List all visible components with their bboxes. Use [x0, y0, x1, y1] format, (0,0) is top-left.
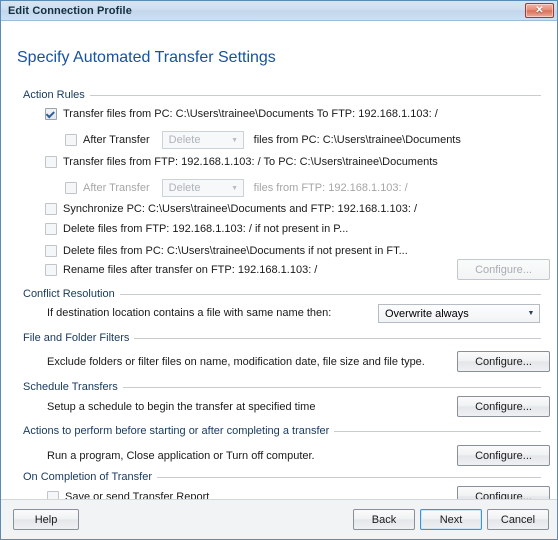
window-title: Edit Connection Profile — [8, 4, 132, 17]
group-divider — [89, 94, 541, 96]
group-label: File and Folder Filters — [23, 332, 130, 344]
configure-filters-button[interactable]: Configure... — [457, 351, 550, 372]
checkbox-transfer-ftp-to-pc[interactable] — [45, 156, 57, 168]
button-label: Configure... — [475, 355, 532, 368]
rule-label: Rename files after transfer on FTP: 192.… — [63, 264, 318, 276]
button-label: Cancel — [500, 513, 536, 526]
group-divider — [134, 337, 541, 339]
button-label: Configure... — [475, 400, 532, 413]
checkbox-synchronize[interactable] — [45, 203, 57, 215]
group-divider — [334, 430, 541, 432]
group-label: Conflict Resolution — [23, 288, 115, 300]
rule-rename-after-transfer[interactable]: Rename files after transfer on FTP: 192.… — [45, 264, 317, 276]
group-label: Schedule Transfers — [23, 381, 118, 393]
rule-label: Transfer files from PC: C:\Users\trainee… — [63, 108, 438, 120]
rule-label: Delete files from PC: C:\Users\trainee\D… — [63, 245, 408, 257]
group-header-on-completion: On Completion of Transfer — [23, 471, 541, 483]
button-label: Back — [371, 513, 397, 526]
actions-before-after-description: Run a program, Close application or Turn… — [47, 450, 315, 462]
select-value: Delete — [168, 182, 201, 194]
group-label: Actions to perform before starting or af… — [23, 425, 330, 437]
rule-delete-pc-not-in-ftp[interactable]: Delete files from PC: C:\Users\trainee\D… — [45, 245, 408, 257]
dialog-footer: Help Back Next Cancel — [1, 499, 557, 539]
rule-transfer-pc-to-ftp[interactable]: Transfer files from PC: C:\Users\trainee… — [45, 108, 438, 120]
group-header-action-rules: Action Rules — [23, 89, 541, 101]
select-value: Overwrite always — [385, 307, 469, 320]
group-divider — [157, 476, 541, 478]
rule-after-transfer-ftp[interactable]: After Transfer Delete ▼ files from FTP: … — [65, 179, 408, 197]
checkbox-rename-after-transfer[interactable] — [45, 264, 57, 276]
after-transfer-action-select-pc[interactable]: Delete ▼ — [161, 131, 244, 149]
save-transfer-report-row[interactable]: Save or send Transfer Report — [47, 491, 209, 499]
group-header-actions-before-after: Actions to perform before starting or af… — [23, 425, 541, 437]
group-header-file-folder-filters: File and Folder Filters — [23, 332, 541, 344]
button-label: Configure... — [475, 490, 532, 500]
page-title: Specify Automated Transfer Settings — [17, 49, 276, 66]
button-label: Help — [34, 513, 58, 526]
button-label: Configure... — [475, 449, 532, 462]
checkbox-transfer-pc-to-ftp[interactable] — [45, 108, 57, 120]
chevron-down-icon: ▼ — [527, 310, 535, 317]
configure-report-button[interactable]: Configure... — [457, 486, 550, 499]
checkbox-save-transfer-report[interactable] — [47, 491, 59, 499]
rule-delete-ftp-not-in-pc[interactable]: Delete files from FTP: 192.168.1.103: / … — [45, 223, 348, 235]
after-transfer-action-select-ftp[interactable]: Delete ▼ — [161, 179, 244, 197]
after-transfer-suffix: files from FTP: 192.168.1.103: / — [253, 182, 408, 194]
group-label: On Completion of Transfer — [23, 471, 153, 483]
conflict-resolution-prompt: If destination location contains a file … — [47, 307, 332, 319]
checkbox-after-transfer-ftp[interactable] — [65, 182, 77, 194]
conflict-resolution-prompt-row: If destination location contains a file … — [47, 307, 331, 319]
next-button[interactable]: Next — [420, 509, 482, 530]
group-divider — [119, 293, 541, 295]
back-button[interactable]: Back — [353, 509, 415, 530]
checkbox-delete-ftp-not-in-pc[interactable] — [45, 223, 57, 235]
group-divider — [122, 386, 541, 388]
edit-connection-profile-window: Edit Connection Profile ✕ Specify Automa… — [0, 0, 558, 540]
file-folder-filters-description: Exclude folders or filter files on name,… — [47, 356, 425, 368]
group-header-schedule-transfers: Schedule Transfers — [23, 381, 541, 393]
configure-schedule-button[interactable]: Configure... — [457, 396, 550, 417]
conflict-resolution-select[interactable]: Overwrite always ▼ — [378, 304, 540, 323]
rule-transfer-ftp-to-pc[interactable]: Transfer files from FTP: 192.168.1.103: … — [45, 156, 438, 168]
button-label: Configure... — [475, 263, 532, 276]
close-button[interactable]: ✕ — [525, 3, 554, 18]
close-icon: ✕ — [535, 4, 544, 16]
configure-rename-button[interactable]: Configure... — [457, 259, 550, 280]
schedule-transfers-description-row: Setup a schedule to begin the transfer a… — [47, 401, 315, 413]
group-label: Action Rules — [23, 89, 85, 101]
file-folder-filters-description-row: Exclude folders or filter files on name,… — [47, 356, 425, 368]
after-transfer-label: After Transfer — [83, 134, 150, 146]
group-header-conflict-resolution: Conflict Resolution — [23, 288, 541, 300]
actions-before-after-description-row: Run a program, Close application or Turn… — [47, 450, 315, 462]
rule-synchronize[interactable]: Synchronize PC: C:\Users\trainee\Documen… — [45, 203, 417, 215]
help-button[interactable]: Help — [13, 509, 79, 530]
conflict-resolution-select-row[interactable]: Overwrite always ▼ — [378, 304, 540, 323]
rule-label: Transfer files from FTP: 192.168.1.103: … — [63, 156, 438, 168]
title-bar: Edit Connection Profile ✕ — [1, 1, 557, 21]
checkbox-after-transfer-pc[interactable] — [65, 134, 77, 146]
dialog-content: Specify Automated Transfer Settings Acti… — [1, 21, 557, 499]
schedule-transfers-description: Setup a schedule to begin the transfer a… — [47, 401, 316, 413]
save-transfer-report-label: Save or send Transfer Report — [65, 491, 210, 499]
chevron-down-icon: ▼ — [231, 136, 239, 144]
select-value: Delete — [168, 134, 201, 146]
after-transfer-label: After Transfer — [83, 182, 150, 194]
configure-actions-button[interactable]: Configure... — [457, 445, 550, 466]
cancel-button[interactable]: Cancel — [487, 509, 549, 530]
checkbox-delete-pc-not-in-ftp[interactable] — [45, 245, 57, 257]
rule-after-transfer-pc[interactable]: After Transfer Delete ▼ files from PC: C… — [65, 131, 461, 149]
after-transfer-suffix: files from PC: C:\Users\trainee\Document… — [253, 134, 461, 146]
button-label: Next — [439, 513, 463, 526]
chevron-down-icon: ▼ — [231, 184, 239, 192]
rule-label: Synchronize PC: C:\Users\trainee\Documen… — [63, 203, 418, 215]
rule-label: Delete files from FTP: 192.168.1.103: / … — [63, 223, 349, 235]
